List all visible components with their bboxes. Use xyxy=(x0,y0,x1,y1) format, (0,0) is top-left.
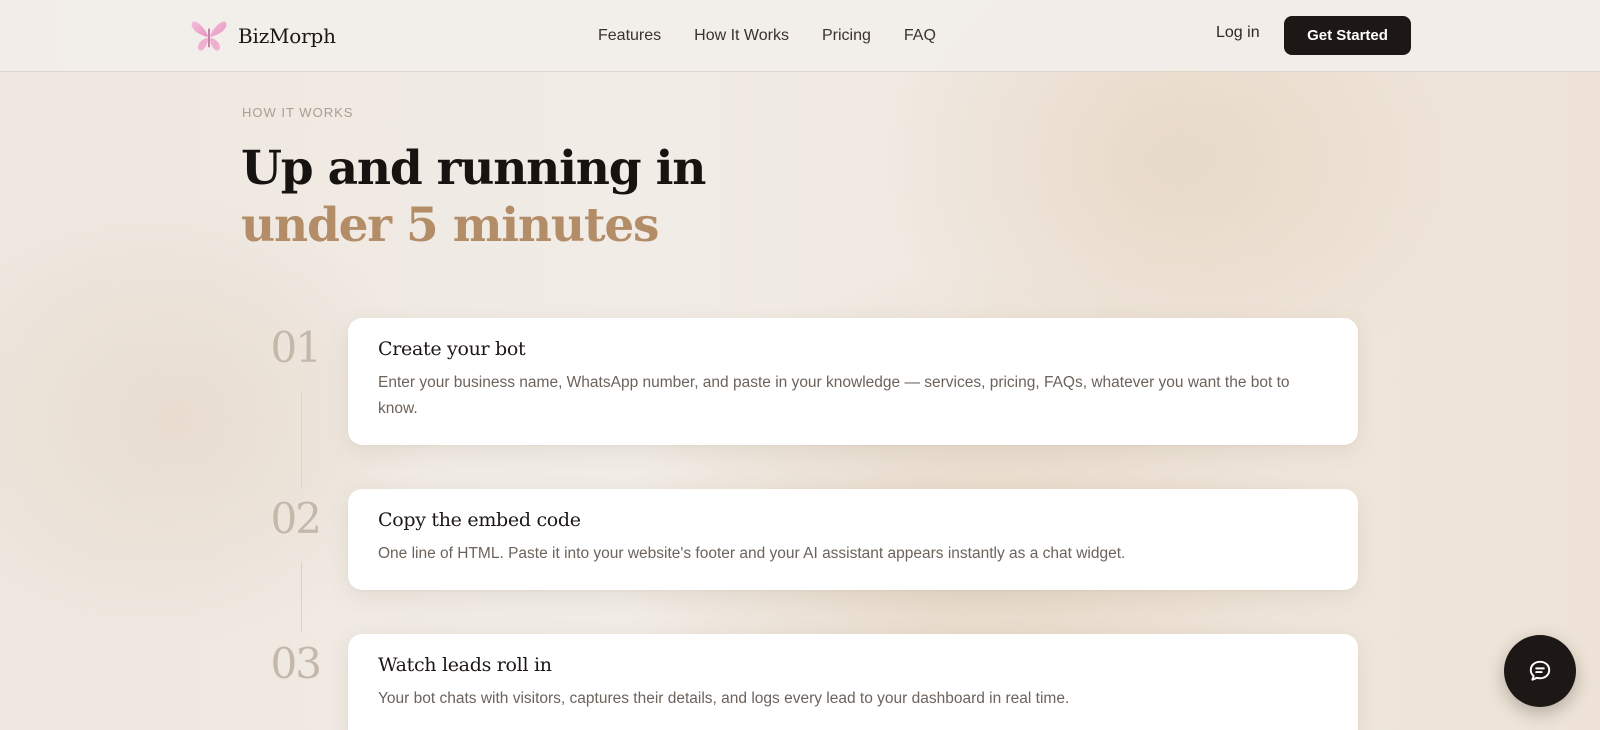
headline-line-2: under 5 minutes xyxy=(241,198,660,253)
step-title: Copy the embed code xyxy=(378,509,581,531)
step-number: 03 xyxy=(270,639,322,688)
step-connector xyxy=(301,392,302,487)
step-description: One line of HTML. Paste it into your web… xyxy=(378,545,1126,562)
section-eyebrow: HOW IT WORKS xyxy=(242,105,354,120)
butterfly-icon xyxy=(191,21,227,51)
brand-logo[interactable]: BizMorph xyxy=(190,16,336,56)
step-card: Copy the embed code One line of HTML. Pa… xyxy=(348,489,1358,590)
nav-how-it-works[interactable]: How It Works xyxy=(694,27,789,45)
step-number: 02 xyxy=(270,494,322,543)
top-navbar: BizMorph Features How It Works Pricing F… xyxy=(0,0,1600,72)
step-card: Create your bot Enter your business name… xyxy=(348,318,1358,445)
brand-name: BizMorph xyxy=(238,24,336,48)
step-title: Watch leads roll in xyxy=(378,654,552,676)
section-headline: Up and running in under 5 minutes xyxy=(241,140,706,254)
step-connector xyxy=(301,562,302,632)
step-description: Your bot chats with visitors, captures t… xyxy=(378,690,1070,707)
step-number: 01 xyxy=(270,323,322,372)
step-title: Create your bot xyxy=(378,338,526,360)
step-card: Watch leads roll in Your bot chats with … xyxy=(348,634,1358,730)
chat-bubble-icon xyxy=(1529,660,1551,681)
nav-faq[interactable]: FAQ xyxy=(904,27,936,45)
step-description: Enter your business name, WhatsApp numbe… xyxy=(378,374,1290,417)
nav-pricing[interactable]: Pricing xyxy=(822,27,871,45)
nav-features[interactable]: Features xyxy=(598,27,661,45)
get-started-button[interactable]: Get Started xyxy=(1284,16,1411,55)
main-nav: Features How It Works Pricing FAQ xyxy=(598,0,936,72)
how-it-works-section: HOW IT WORKS Up and running in under 5 m… xyxy=(0,0,1600,730)
login-link[interactable]: Log in xyxy=(1216,24,1260,42)
chat-widget-button[interactable] xyxy=(1504,635,1576,707)
headline-line-1: Up and running in xyxy=(241,141,706,196)
